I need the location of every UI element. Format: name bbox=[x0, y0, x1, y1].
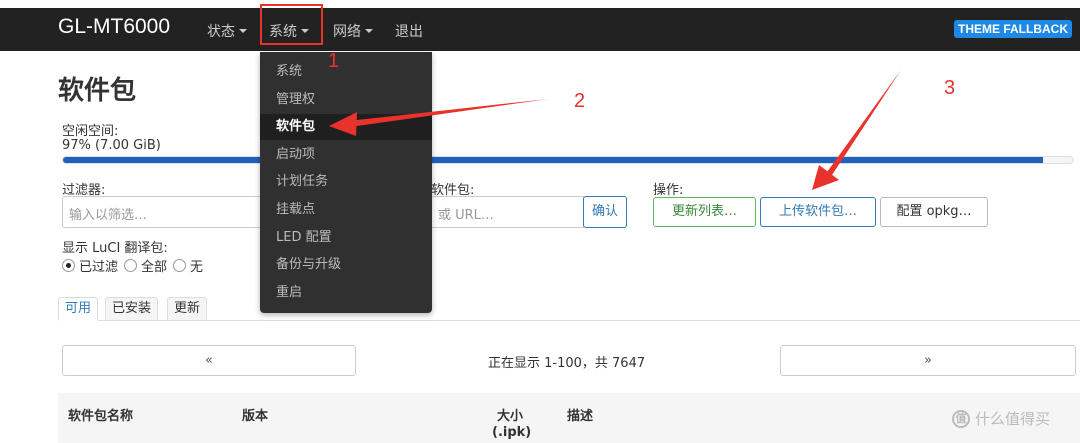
tabs-divider bbox=[58, 320, 1080, 321]
column-header-size-unit: (.ipk) bbox=[492, 425, 532, 440]
free-space-label: 空闲空间: bbox=[62, 124, 119, 139]
annotation-number-3: 3 bbox=[944, 77, 956, 99]
tab-available[interactable]: 可用 bbox=[58, 297, 99, 321]
annotation-number-2: 2 bbox=[574, 90, 586, 112]
upload-package-button[interactable]: 上传软件包… bbox=[760, 197, 876, 227]
menu-item-mount-points[interactable]: 挂载点 bbox=[260, 197, 432, 223]
radio-none[interactable]: 无 bbox=[173, 256, 203, 275]
radio-filtered-dot[interactable] bbox=[62, 259, 75, 272]
radio-all-dot[interactable] bbox=[124, 259, 138, 272]
column-header-size: 大小 bbox=[497, 409, 524, 424]
nav-network-label: 网络 bbox=[333, 24, 361, 40]
tab-installed[interactable]: 已安装 bbox=[105, 297, 159, 321]
nav-logout-label: 退出 bbox=[395, 24, 423, 40]
tab-updates[interactable]: 更新 bbox=[167, 297, 208, 321]
filter-input[interactable]: 输入以筛选… bbox=[62, 196, 262, 228]
menu-item-reboot[interactable]: 重启 bbox=[260, 280, 432, 306]
column-header-name: 软件包名称 bbox=[68, 409, 134, 424]
annotation-arrow-3-head bbox=[812, 165, 839, 190]
watermark-logo-icon: 值 bbox=[952, 409, 970, 428]
download-input[interactable]: 或 URL… bbox=[431, 196, 584, 228]
pager-next-button[interactable]: » bbox=[780, 345, 1076, 376]
menu-item-backup-upgrade[interactable]: 备份与升级 bbox=[260, 252, 432, 278]
radio-all[interactable]: 全部 bbox=[124, 256, 167, 275]
brand-title[interactable]: GL-MT6000 bbox=[58, 15, 170, 39]
actions-label: 操作: bbox=[653, 183, 684, 198]
menu-item-scheduled-tasks[interactable]: 计划任务 bbox=[260, 169, 432, 195]
column-header-description: 描述 bbox=[567, 409, 594, 424]
configure-opkg-button[interactable]: 配置 opkg… bbox=[880, 197, 988, 227]
nav-network[interactable]: 网络 bbox=[333, 21, 373, 41]
menu-item-administration[interactable]: 管理权 bbox=[260, 87, 432, 113]
watermark: 值 什么值得买 bbox=[952, 408, 1050, 429]
nav-status-label: 状态 bbox=[207, 24, 235, 40]
system-dropdown-menu: 系统 管理权 软件包 启动项 计划任务 挂载点 LED 配置 备份与升级 重启 bbox=[260, 52, 432, 313]
watermark-text: 什么值得买 bbox=[975, 410, 1051, 428]
nav-logout[interactable]: 退出 bbox=[395, 21, 423, 41]
free-space-progress bbox=[62, 156, 1074, 164]
radio-filtered-label: 已过滤 bbox=[79, 260, 119, 275]
radio-all-label: 全部 bbox=[141, 260, 168, 275]
menu-item-system[interactable]: 系统 bbox=[260, 59, 432, 85]
annotation-box-system bbox=[260, 4, 323, 45]
navbar: GL-MT6000 状态 系统 网络 退出 THEME FALLBACK bbox=[0, 8, 1080, 51]
page-title: 软件包 bbox=[58, 76, 137, 106]
radio-none-dot[interactable] bbox=[173, 259, 187, 272]
pager-status: 正在显示 1-100，共 7647 bbox=[488, 356, 646, 371]
annotation-number-1: 1 bbox=[328, 50, 340, 72]
free-space-value: 97% (7.00 GiB) bbox=[62, 138, 161, 153]
luci-translations-radio-group: 已过滤 全部 无 bbox=[62, 256, 209, 275]
menu-item-led-config[interactable]: LED 配置 bbox=[260, 225, 432, 251]
pager-prev-button[interactable]: « bbox=[62, 345, 356, 376]
menu-item-startup[interactable]: 启动项 bbox=[260, 142, 432, 168]
update-lists-button[interactable]: 更新列表… bbox=[653, 197, 756, 227]
theme-badge: THEME FALLBACK bbox=[954, 20, 1072, 38]
free-space-progress-fill bbox=[63, 157, 1043, 163]
chevron-down-icon bbox=[365, 29, 373, 33]
chevron-down-icon bbox=[239, 29, 247, 33]
luci-translations-label: 显示 LuCI 翻译包: bbox=[62, 241, 168, 256]
menu-item-software[interactable]: 软件包 bbox=[260, 114, 432, 140]
radio-none-label: 无 bbox=[190, 260, 204, 275]
radio-filtered[interactable]: 已过滤 bbox=[62, 256, 118, 275]
nav-status[interactable]: 状态 bbox=[207, 21, 247, 41]
confirm-button[interactable]: 确认 bbox=[583, 196, 627, 228]
column-header-version: 版本 bbox=[242, 409, 269, 424]
